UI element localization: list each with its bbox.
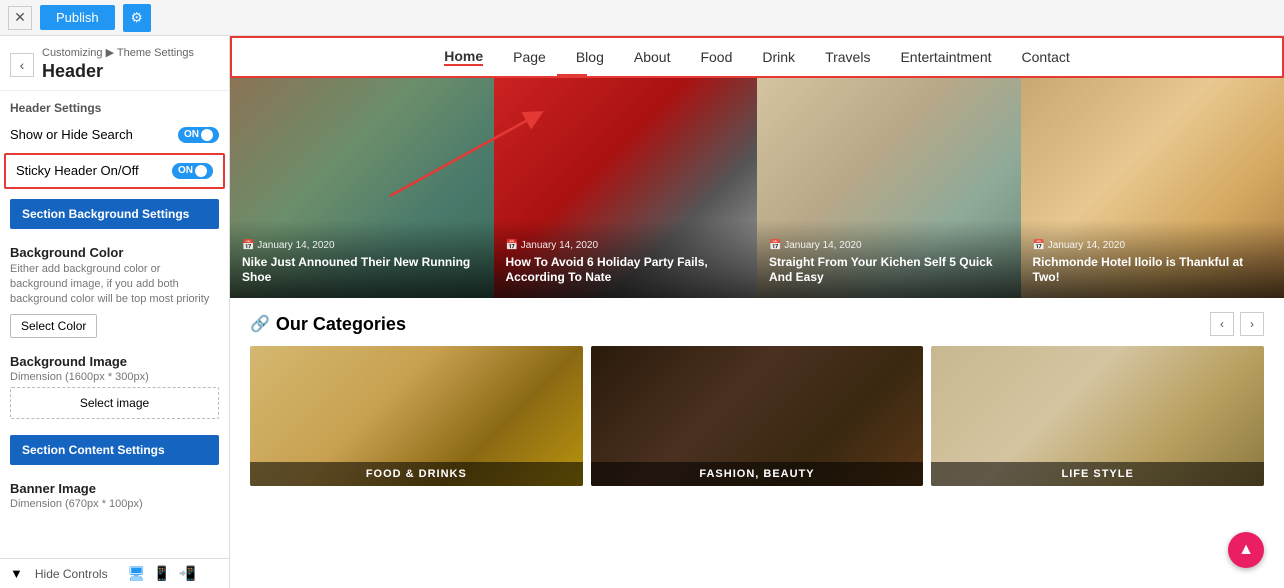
section-content-settings-button[interactable]: Section Content Settings bbox=[10, 435, 219, 465]
category-label-1: FASHION, BEAUTY bbox=[591, 462, 924, 486]
preview-area: Home Page Blog About Food Drink Travels … bbox=[230, 36, 1284, 588]
background-image-group: Background Image Dimension (1600px * 300… bbox=[0, 346, 229, 427]
top-bar: ✕ Publish ⚙ bbox=[0, 0, 1284, 36]
show-hide-search-label: Show or Hide Search bbox=[10, 127, 133, 142]
category-label-0: FOOD & DRINKS bbox=[250, 462, 583, 486]
blog-card-1[interactable]: 📅 January 14, 2020 How To Avoid 6 Holida… bbox=[494, 78, 758, 298]
prev-arrow-button[interactable]: ‹ bbox=[1210, 312, 1234, 336]
bottom-bar: ▼ Hide Controls 🖥 📱 📲 bbox=[0, 558, 229, 588]
gear-icon: ⚙ bbox=[131, 10, 143, 26]
back-button[interactable]: ‹ bbox=[10, 53, 34, 77]
nav-item-food[interactable]: Food bbox=[700, 49, 732, 65]
category-label-2: LIFE STYLE bbox=[931, 462, 1264, 486]
nav-item-entertaintment[interactable]: Entertaintment bbox=[900, 49, 991, 65]
blog-date-2: 📅 January 14, 2020 bbox=[769, 240, 1009, 251]
bg-image-dimension: Dimension (1600px * 300px) bbox=[10, 371, 219, 383]
nav-item-contact[interactable]: Contact bbox=[1022, 49, 1070, 65]
sticky-header-toggle[interactable]: ON bbox=[172, 163, 213, 179]
blog-grid: 📅 January 14, 2020 Nike Just Announed Th… bbox=[230, 78, 1284, 298]
nav-arrows: ‹ › bbox=[1210, 312, 1264, 336]
nav-item-home[interactable]: Home bbox=[444, 48, 483, 66]
banner-image-title: Banner Image bbox=[10, 481, 219, 496]
show-hide-search-row: Show or Hide Search ON bbox=[0, 119, 229, 151]
categories-grid: FOOD & DRINKS FASHION, BEAUTY LIFE STYLE bbox=[250, 346, 1264, 486]
blog-title-0: Nike Just Announed Their New Running Sho… bbox=[242, 255, 482, 286]
breadcrumb-prefix: Customizing ▶ Theme Settings bbox=[42, 47, 194, 59]
publish-button[interactable]: Publish bbox=[40, 5, 115, 30]
blog-card-2[interactable]: 📅 January 14, 2020 Straight From Your Ki… bbox=[757, 78, 1021, 298]
nav-item-page[interactable]: Page bbox=[513, 49, 546, 65]
nav-underline bbox=[557, 74, 587, 76]
blog-card-3[interactable]: 📅 January 14, 2020 Richmonde Hotel Iloil… bbox=[1021, 78, 1284, 298]
sticky-header-label: Sticky Header On/Off bbox=[16, 163, 139, 178]
banner-image-group: Banner Image Dimension (670px * 100px) bbox=[0, 473, 229, 522]
categories-header: 🔗 Our Categories ‹ › bbox=[250, 312, 1264, 336]
sticky-header-row: Sticky Header On/Off ON bbox=[4, 153, 225, 189]
site-navigation: Home Page Blog About Food Drink Travels … bbox=[230, 36, 1284, 78]
gear-button[interactable]: ⚙ bbox=[123, 4, 151, 32]
hide-controls-icon: ▼ bbox=[10, 566, 23, 581]
main-area: ‹ Customizing ▶ Theme Settings Header He… bbox=[0, 36, 1284, 588]
category-card-1[interactable]: FASHION, BEAUTY bbox=[591, 346, 924, 486]
blog-date-3: 📅 January 14, 2020 bbox=[1033, 240, 1273, 251]
desktop-icon[interactable]: 🖥 bbox=[128, 565, 146, 582]
bg-color-title: Background Color bbox=[10, 245, 219, 260]
left-panel: ‹ Customizing ▶ Theme Settings Header He… bbox=[0, 36, 230, 588]
device-icons: 🖥 📱 📲 bbox=[128, 565, 197, 582]
category-card-2[interactable]: LIFE STYLE bbox=[931, 346, 1264, 486]
nav-item-about[interactable]: About bbox=[634, 49, 671, 65]
breadcrumb: Customizing ▶ Theme Settings Header bbox=[42, 46, 194, 84]
background-color-group: Background Color Either add background c… bbox=[0, 237, 229, 346]
blog-title-1: How To Avoid 6 Holiday Party Fails, Acco… bbox=[506, 255, 746, 286]
categories-title: 🔗 Our Categories bbox=[250, 314, 420, 335]
blog-date-1: 📅 January 14, 2020 bbox=[506, 240, 746, 251]
hide-controls-label[interactable]: Hide Controls bbox=[35, 567, 108, 581]
section-label: Header Settings bbox=[0, 91, 229, 119]
next-arrow-button[interactable]: › bbox=[1240, 312, 1264, 336]
section-background-settings-button[interactable]: Section Background Settings bbox=[10, 199, 219, 229]
bg-image-title: Background Image bbox=[10, 354, 219, 369]
tablet-icon[interactable]: 📱 bbox=[153, 565, 170, 582]
show-hide-search-toggle[interactable]: ON bbox=[178, 127, 219, 143]
categories-section: 🔗 Our Categories ‹ › FOOD & DRINKS FASHI… bbox=[230, 298, 1284, 496]
blog-title-3: Richmonde Hotel Iloilo is Thankful at Tw… bbox=[1033, 255, 1273, 286]
nav-item-blog[interactable]: Blog bbox=[576, 49, 604, 65]
blog-card-0[interactable]: 📅 January 14, 2020 Nike Just Announed Th… bbox=[230, 78, 494, 298]
nav-item-travels[interactable]: Travels bbox=[825, 49, 870, 65]
categories-title-text: Our Categories bbox=[276, 314, 406, 335]
blog-title-2: Straight From Your Kichen Self 5 Quick A… bbox=[769, 255, 1009, 286]
panel-nav: ‹ Customizing ▶ Theme Settings Header bbox=[0, 36, 229, 91]
categories-icon: 🔗 bbox=[250, 314, 270, 334]
banner-image-dimension: Dimension (670px * 100px) bbox=[10, 498, 219, 510]
select-color-button[interactable]: Select Color bbox=[10, 314, 97, 338]
select-image-button[interactable]: Select image bbox=[10, 387, 219, 419]
blog-date-0: 📅 January 14, 2020 bbox=[242, 240, 482, 251]
scroll-to-top-button[interactable]: ▲ bbox=[1228, 532, 1264, 568]
nav-item-drink[interactable]: Drink bbox=[762, 49, 795, 65]
category-card-0[interactable]: FOOD & DRINKS bbox=[250, 346, 583, 486]
page-title: Header bbox=[42, 60, 194, 83]
close-button[interactable]: ✕ bbox=[8, 6, 32, 30]
mobile-icon[interactable]: 📲 bbox=[179, 565, 196, 582]
bg-color-desc: Either add background color or backgroun… bbox=[10, 262, 219, 308]
